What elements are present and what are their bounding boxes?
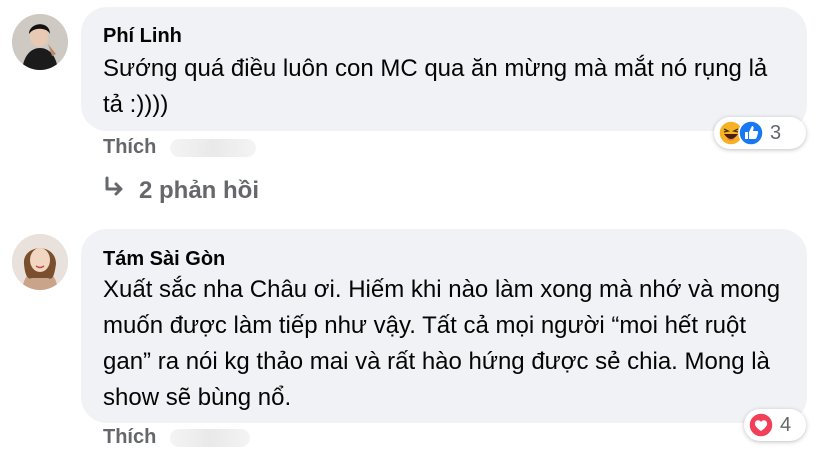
comment-bubble: Phí Linh Sướng quá điều luôn con MC qua … <box>81 7 807 131</box>
comment-text: Xuất sắc nha Châu ơi. Hiếm khi nào làm x… <box>103 276 781 411</box>
replies-label: 2 phản hồi <box>139 176 259 204</box>
avatar-tam-sai-gon[interactable] <box>12 234 68 290</box>
like-button[interactable]: Thích <box>103 426 156 449</box>
comment-author[interactable]: Tám Sài Gòn <box>103 248 225 271</box>
love-heart-icon <box>748 412 774 438</box>
comment-bubble: Tám Sài Gòn Xuất sắc nha Châu ơi. Hiếm k… <box>81 229 807 423</box>
like-button[interactable]: Thích <box>103 136 156 159</box>
reaction-count: 3 <box>770 121 782 144</box>
like-thumb-icon <box>738 120 764 146</box>
view-replies-link[interactable]: 2 phản hồi <box>103 176 259 205</box>
avatar-phi-linh[interactable] <box>12 14 68 70</box>
reaction-summary[interactable]: 4 <box>744 409 806 441</box>
reply-arrow-icon <box>103 176 127 205</box>
reaction-summary[interactable]: 3 <box>714 117 806 149</box>
reaction-count: 4 <box>780 413 792 436</box>
timestamp-blurred <box>170 429 250 447</box>
comment-text: Sướng quá điều luôn con MC qua ăn mừng m… <box>103 55 768 118</box>
comment-author[interactable]: Phí Linh <box>103 25 182 48</box>
timestamp-blurred <box>170 139 256 157</box>
